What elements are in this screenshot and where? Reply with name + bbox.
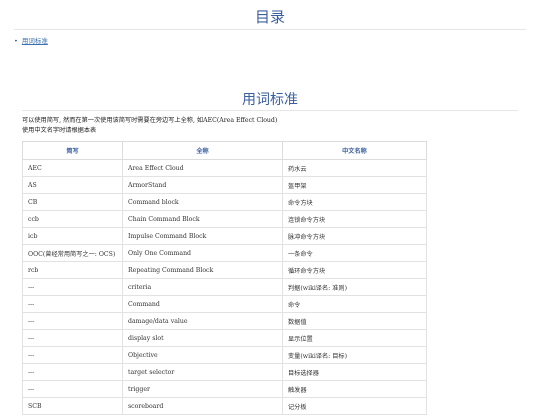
cell-full: criteria [122,278,283,296]
cell-abbr: ccb [22,210,123,228]
cell-full: damage/data value [122,312,283,330]
table-row: AS ArmorStand 盔甲架 [22,176,427,194]
cell-abbr: CB [22,193,123,211]
cell-chinese: 数据值 [282,312,427,330]
table-row: --- Objective 变量(wiki译名: 目标) [22,346,427,364]
cell-chinese: 盔甲架 [282,176,427,194]
cell-abbr: rcb [22,261,123,279]
cell-full: Chain Command Block [122,210,283,228]
cell-chinese: 循环命令方块 [282,261,427,279]
cell-abbr: --- [22,363,123,381]
table-row: SCB scoreboard 记分板 [22,397,427,415]
cell-chinese: 判据(wiki译名: 准则) [282,278,427,296]
bullet-icon: • [14,37,18,45]
cell-chinese: 一条命令 [282,244,427,262]
table-header-row: 简写 全称 中文名称 [22,141,427,160]
table-row: AEC Area Effect Cloud 药水云 [22,159,427,177]
cell-abbr: --- [22,312,123,330]
intro-line: 使用中文名字时请根据本表 [22,127,97,134]
cell-full: Only One Command [122,244,283,262]
table-row: ccb Chain Command Block 连锁命令方块 [22,210,427,228]
cell-full: Command block [122,193,283,211]
cell-chinese: 显示位置 [282,329,427,347]
cell-chinese: 记分板 [282,397,427,415]
cell-abbr: --- [22,346,123,364]
table-row: CB Command block 命令方块 [22,193,427,211]
intro-line: 可以使用简写, 然而在第一次使用该简写时需要在旁边写上全称, 如AEC(Area… [22,117,278,124]
table-row: --- trigger 触发器 [22,380,427,398]
cell-full: ArmorStand [122,176,283,194]
table-row: --- criteria 判据(wiki译名: 准则) [22,278,427,296]
cell-full: display slot [122,329,283,347]
cell-abbr: AS [22,176,123,194]
cell-abbr: OOC(曾经常用简写之一: OCS) [22,244,123,262]
column-header-full: 全称 [122,141,283,160]
cell-chinese: 目标选择器 [282,363,427,381]
cell-chinese: 药水云 [282,159,427,177]
cell-abbr: AEC [22,159,123,177]
cell-full: target selector [122,363,283,381]
section-title: 用词标准 [242,92,298,108]
table-body: AEC Area Effect Cloud 药水云 AS ArmorStand 盔甲架 CB… [22,159,427,415]
table-row: --- Command 命令 [22,295,427,313]
cell-chinese: 命令 [282,295,427,313]
intro-text: 可以使用简写, 然而在第一次使用该简写时需要在旁边写上全称, 如AEC(Area… [22,116,277,136]
cell-full: Impulse Command Block [122,227,283,245]
cell-abbr: --- [22,295,123,313]
cell-full: Area Effect Cloud [122,159,283,177]
column-header-abbr: 简写 [22,141,123,160]
cell-abbr: icb [22,227,123,245]
cell-abbr: SCB [22,397,123,415]
toc-title: 目录 [254,8,285,26]
cell-chinese: 命令方块 [282,193,427,211]
cell-chinese: 连锁命令方块 [282,210,427,228]
cell-chinese: 触发器 [282,380,427,398]
table-row: icb Impulse Command Block 脉冲命令方块 [22,227,427,245]
table-row: OOC(曾经常用简写之一: OCS) Only One Command 一条命令 [22,244,427,262]
table-row: --- target selector 目标选择器 [22,363,427,381]
terms-table: 简写 全称 中文名称 AEC Area Effect Cloud 药水云 AS Armo… [22,141,427,415]
cell-full: scoreboard [122,397,283,415]
cell-abbr: --- [22,329,123,347]
table-row: --- display slot 显示位置 [22,329,427,347]
cell-full: Command [122,295,283,313]
cell-full: Repeating Command Block [122,261,283,279]
cell-full: trigger [122,380,283,398]
toc-link-standard[interactable]: 用词标准 [22,37,48,45]
toc-list-item: • 用词标准 [14,35,48,45]
table-row: --- damage/data value 数据值 [22,312,427,330]
divider [22,110,518,111]
cell-chinese: 脉冲命令方块 [282,227,427,245]
column-header-chinese: 中文名称 [282,141,427,160]
table-row: rcb Repeating Command Block 循环命令方块 [22,261,427,279]
cell-full: Objective [122,346,283,364]
cell-abbr: --- [22,278,123,296]
divider [14,29,526,30]
cell-chinese: 变量(wiki译名: 目标) [282,346,427,364]
cell-abbr: --- [22,380,123,398]
